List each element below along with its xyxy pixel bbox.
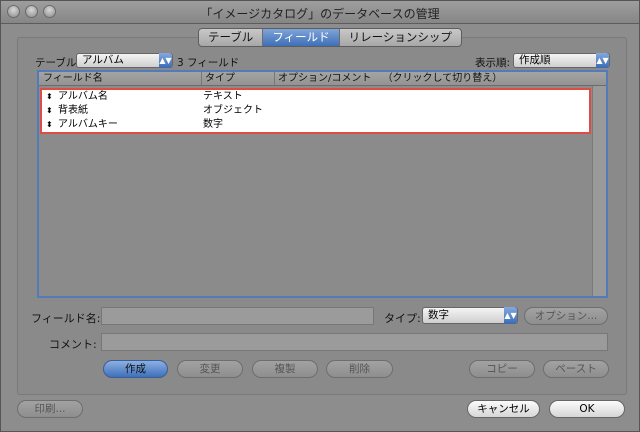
field-type-cell: 数字 (203, 119, 223, 130)
tab-relationships[interactable]: リレーションシップ (340, 29, 461, 46)
delete-button[interactable]: 削除 (326, 360, 393, 378)
drag-handle-icon[interactable]: ⬍ (46, 104, 53, 118)
sort-label: 表示順: (475, 57, 511, 69)
cancel-button[interactable]: キャンセル (467, 400, 540, 418)
manage-database-dialog: 「イメージカタログ」のデータベースの管理 テーブル フィールド リレーションシッ… (0, 0, 640, 432)
field-list-header: フィールド名 タイプ オプション/コメント （クリックして切り替え） (39, 72, 606, 86)
column-header-options-label: オプション/コメント (278, 73, 372, 84)
sort-select[interactable]: 作成順 ▲▼ (513, 53, 610, 68)
type-label: タイプ: (384, 312, 421, 325)
field-name-cell: 背表紙 (58, 105, 88, 116)
comment-input[interactable] (101, 333, 608, 351)
window-title: 「イメージカタログ」のデータベースの管理 (200, 7, 440, 21)
table-row[interactable]: ⬍ アルバムキー 数字 (42, 118, 589, 132)
tab-tables[interactable]: テーブル (199, 29, 264, 46)
column-header-name[interactable]: フィールド名 (43, 72, 103, 85)
duplicate-button[interactable]: 複製 (252, 360, 318, 378)
selected-rows-outline: ⬍ アルバム名 テキスト ⬍ 背表紙 オブジェクト ⬍ アルバムキー 数字 (40, 88, 591, 134)
field-count: 3 フィールド (177, 57, 240, 69)
table-row[interactable]: ⬍ アルバム名 テキスト (42, 90, 589, 104)
updown-arrows-icon: ▲▼ (504, 307, 517, 324)
print-button[interactable]: 印刷... (17, 400, 83, 418)
field-name-label: フィールド名: (31, 312, 101, 325)
column-header-type[interactable]: タイプ (201, 72, 235, 85)
sort-select-value: 作成順 (519, 54, 551, 66)
copy-button[interactable]: コピー (469, 360, 535, 378)
field-type-cell: オブジェクト (203, 105, 263, 116)
drag-handle-icon[interactable]: ⬍ (46, 90, 53, 104)
table-label: テーブル: (35, 57, 80, 69)
column-header-options[interactable]: オプション/コメント （クリックして切り替え） (274, 72, 502, 85)
ok-button[interactable]: OK (549, 400, 625, 418)
table-select-value: アルバム (82, 54, 124, 66)
updown-arrows-icon: ▲▼ (159, 53, 172, 68)
title-bar[interactable]: 「イメージカタログ」のデータベースの管理 (1, 1, 639, 24)
table-row[interactable]: ⬍ 背表紙 オブジェクト (42, 104, 589, 118)
field-name-cell: アルバム名 (58, 91, 108, 102)
type-select[interactable]: 数字 ▲▼ (422, 307, 518, 324)
tab-fields[interactable]: フィールド (263, 29, 340, 46)
tab-bar: テーブル フィールド リレーションシップ (198, 28, 462, 47)
type-select-value: 数字 (428, 309, 449, 321)
column-header-hint: （クリックして切り替え） (382, 73, 503, 84)
updown-arrows-icon: ▲▼ (596, 53, 609, 68)
change-button[interactable]: 変更 (177, 360, 243, 378)
comment-label: コメント: (49, 338, 97, 351)
field-list[interactable]: フィールド名 タイプ オプション/コメント （クリックして切り替え） ⬍ アルバ… (37, 70, 608, 298)
field-name-cell: アルバムキー (58, 119, 118, 130)
vertical-scrollbar[interactable] (592, 86, 606, 296)
field-type-cell: テキスト (203, 91, 243, 102)
table-select[interactable]: アルバム ▲▼ (76, 53, 173, 68)
create-button[interactable]: 作成 (103, 360, 168, 378)
field-name-input[interactable] (101, 307, 374, 325)
paste-button[interactable]: ペースト (543, 360, 609, 378)
drag-handle-icon[interactable]: ⬍ (46, 118, 53, 132)
options-button[interactable]: オプション... (524, 307, 608, 325)
